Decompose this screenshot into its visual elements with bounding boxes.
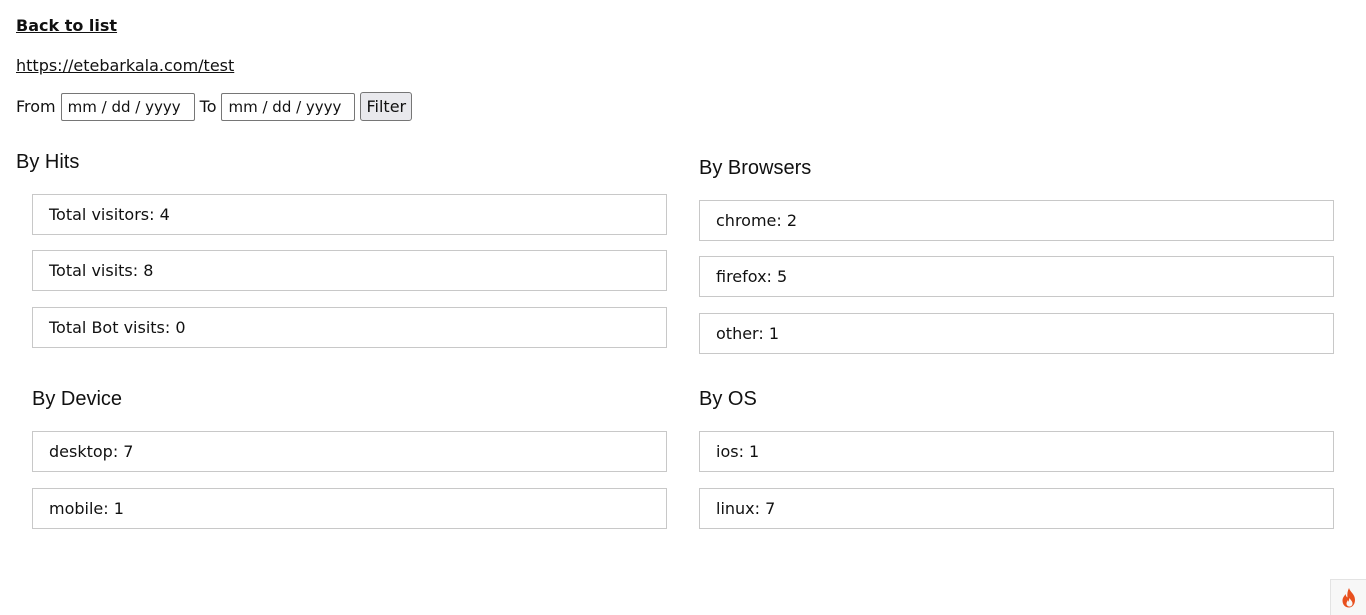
from-date-input[interactable]: mm / dd / yyyy xyxy=(60,92,195,121)
stat-box-linux: linux: 7 xyxy=(699,488,1334,529)
stat-box-total-bot-visits: Total Bot visits: 0 xyxy=(32,307,667,348)
site-url-link[interactable]: https://etebarkala.com/test xyxy=(16,56,234,75)
date-filter-form: From mm / dd / yyyy To mm / dd / yyyy Fi… xyxy=(16,92,413,121)
back-to-list-link[interactable]: Back to list xyxy=(16,16,117,35)
debug-toolbar-toggle[interactable] xyxy=(1330,579,1366,615)
by-browsers-heading: By Browsers xyxy=(699,157,812,179)
by-hits-heading: By Hits xyxy=(16,151,80,173)
stat-box-mobile: mobile: 1 xyxy=(32,488,667,529)
stat-box-total-visits: Total visits: 8 xyxy=(32,250,667,291)
to-label: To xyxy=(199,97,217,116)
flame-icon xyxy=(1342,587,1355,607)
stat-box-ios: ios: 1 xyxy=(699,431,1334,472)
by-device-heading: By Device xyxy=(32,388,123,410)
to-date-input[interactable]: mm / dd / yyyy xyxy=(221,92,356,121)
by-os-heading: By OS xyxy=(699,388,757,410)
stat-box-chrome: chrome: 2 xyxy=(699,200,1334,241)
stat-box-total-visitors: Total visitors: 4 xyxy=(32,194,667,235)
stat-box-firefox: firefox: 5 xyxy=(699,256,1334,297)
filter-button[interactable]: Filter xyxy=(360,92,413,121)
from-label: From xyxy=(16,97,56,116)
stats-page: Back to list https://etebarkala.com/test… xyxy=(0,0,1366,615)
stat-box-other: other: 1 xyxy=(699,313,1334,354)
stat-box-desktop: desktop: 7 xyxy=(32,431,667,472)
